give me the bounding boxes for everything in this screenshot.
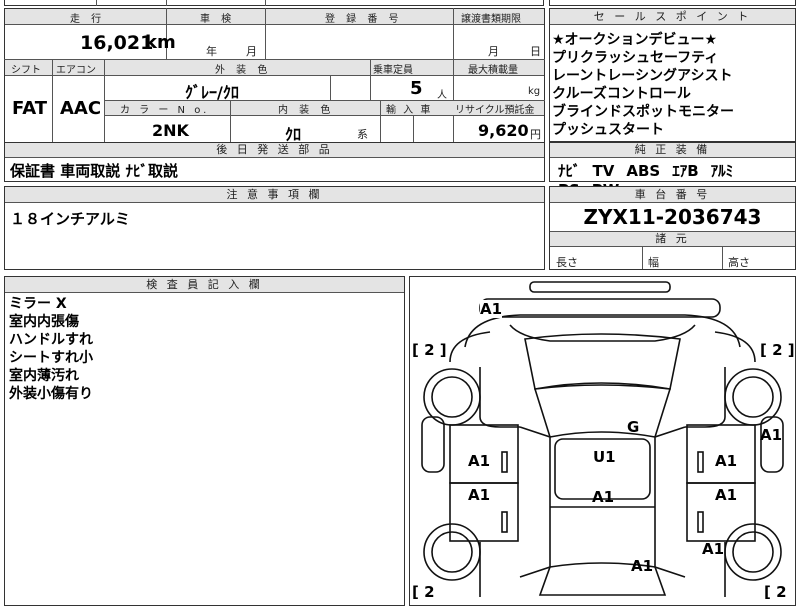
deadline-day-unit: 日 xyxy=(530,45,541,58)
sales-point-item: ブラインドスポットモニター xyxy=(552,104,734,120)
shift-value: FAT xyxy=(12,98,48,119)
damage-roof-rear: A1 xyxy=(592,488,615,506)
capacity-value: 5 xyxy=(410,78,423,99)
tire-mark-rear-right: [ 2 xyxy=(764,583,787,601)
aircon-value: AAC xyxy=(60,98,102,119)
width-label: 幅 xyxy=(648,256,659,269)
parts-label: 後 日 発 送 部 品 xyxy=(5,143,544,158)
equipment-item: TV xyxy=(592,162,615,180)
damage-right-rear-door: A1 xyxy=(715,486,738,504)
length-label: 長さ xyxy=(556,256,578,269)
inspector-note-item: 室内内張傷 xyxy=(9,314,79,330)
inspector-note-item: 外装小傷有り xyxy=(9,386,93,402)
recycle-label: リサイクル預託金 xyxy=(455,105,535,116)
notes-text: １８インチアルミ xyxy=(10,210,130,228)
equipment-item: ｴｱB xyxy=(672,162,699,180)
inspector-note-item: ミラー X xyxy=(9,296,67,312)
sales-point-item: プッシュスタート xyxy=(552,122,664,138)
sales-points-label: セ ー ル ス ポ イ ン ト xyxy=(550,9,795,25)
import-label: 輸 入 車 xyxy=(386,105,433,116)
max-load-label: 最大積載量 xyxy=(468,65,518,76)
interior-suffix: 系 xyxy=(357,128,368,141)
capacity-unit: 人 xyxy=(437,90,447,101)
chassis-number: ZYX11-2036743 xyxy=(583,205,762,229)
sales-point-item: ★オークションデビュー★ xyxy=(552,32,718,48)
height-label: 高さ xyxy=(728,256,750,269)
dimensions-label: 諸 元 xyxy=(550,232,795,247)
sales-points-box: セ ー ル ス ポ イ ン ト ★オークションデビュー★ プリクラッシュセーフティ… xyxy=(549,8,796,142)
inspection-year-unit: 年 xyxy=(206,45,217,58)
inspector-note-item: シートすれ小 xyxy=(9,350,93,366)
inspection-label: 車 検 xyxy=(200,14,236,25)
interior-color-label: 内 装 色 xyxy=(278,105,335,116)
load-unit: kg xyxy=(528,86,541,97)
tire-mark-front-right: [ 2 ] xyxy=(760,341,795,359)
inspector-box: 検 査 員 記 入 欄 ミラー X 室内内張傷ハンドルすれ シートすれ小 室内薄汚れ外… xyxy=(4,276,405,606)
parts-text: 保証書 車両取説 ﾅﾋﾞ取説 xyxy=(10,162,178,180)
damage-right-front-door: A1 xyxy=(715,452,738,470)
inspector-note-item: ハンドルすれ xyxy=(9,332,93,348)
exterior-color-label: 外 装 色 xyxy=(215,65,272,76)
inspector-label: 検 査 員 記 入 欄 xyxy=(5,277,404,293)
sales-points-list: ★オークションデビュー★ プリクラッシュセーフティ レーントレーシングアシスト クルー… xyxy=(552,31,734,139)
car-diagram: [ 2 ] [ 2 ] [ 2 [ 2 A1 G U1 A1 A1 A1 A1 … xyxy=(409,276,796,606)
chassis-box: 車 台 番 号 ZYX11-2036743 諸 元 長さ 幅 高さ xyxy=(549,186,796,270)
inspection-month-unit: 月 xyxy=(246,45,257,58)
top-strip xyxy=(4,0,544,6)
car-outline xyxy=(421,281,784,597)
registration-label: 登 録 番 号 xyxy=(325,14,403,25)
mileage-value: 16,021 xyxy=(80,32,154,54)
inspector-notes: ミラー X 室内内張傷ハンドルすれ シートすれ小 室内薄汚れ外装小傷有り xyxy=(9,295,93,403)
damage-right-rear-fender: A1 xyxy=(702,540,725,558)
sales-point-item: レーントレーシングアシスト xyxy=(552,68,733,84)
damage-windshield: G xyxy=(627,418,640,436)
equipment-item: ABS xyxy=(626,162,661,180)
equipment-item: ｱﾙﾐ xyxy=(710,162,734,180)
equipment-label: 純 正 装 備 xyxy=(550,143,795,158)
damage-right-front-fender: A1 xyxy=(760,426,783,444)
shift-label: シフト xyxy=(11,65,41,76)
capacity-label: 乗車定員 xyxy=(373,65,413,76)
inspector-note-item: 室内薄汚れ xyxy=(9,368,79,384)
tire-mark-rear-left: [ 2 xyxy=(412,583,435,601)
color-no-value: 2NK xyxy=(152,121,189,140)
damage-rear-glass: A1 xyxy=(631,557,654,575)
transfer-deadline-label: 譲渡書類期限 xyxy=(461,14,521,25)
equipment-item: ﾅﾋﾞ xyxy=(558,162,581,180)
recycle-fee-value: 9,620 xyxy=(478,121,529,140)
tire-mark-front-left: [ 2 ] xyxy=(412,341,447,359)
damage-left-rear-door: A1 xyxy=(468,486,491,504)
equipment-box: 純 正 装 備 ﾅﾋﾞTVABSｴｱBｱﾙﾐPSPW xyxy=(549,142,796,199)
mileage-label: 走 行 xyxy=(70,14,106,25)
sales-point-item: クルーズコントロール xyxy=(552,86,691,102)
damage-front-bumper: A1 xyxy=(480,300,503,318)
deadline-month-unit: 月 xyxy=(488,45,499,58)
damage-left-front-door: A1 xyxy=(468,452,491,470)
color-no-label: カ ラ ー N o. xyxy=(120,105,210,116)
chassis-label: 車 台 番 号 xyxy=(550,187,795,203)
sales-point-item: プリクラッシュセーフティ xyxy=(552,50,719,66)
aircon-label: エアコン xyxy=(56,65,96,76)
damage-roof: U1 xyxy=(593,448,616,466)
mileage-unit: km xyxy=(145,32,176,53)
notes-label: 注 意 事 項 欄 xyxy=(5,187,544,203)
recycle-unit: 円 xyxy=(530,128,541,141)
